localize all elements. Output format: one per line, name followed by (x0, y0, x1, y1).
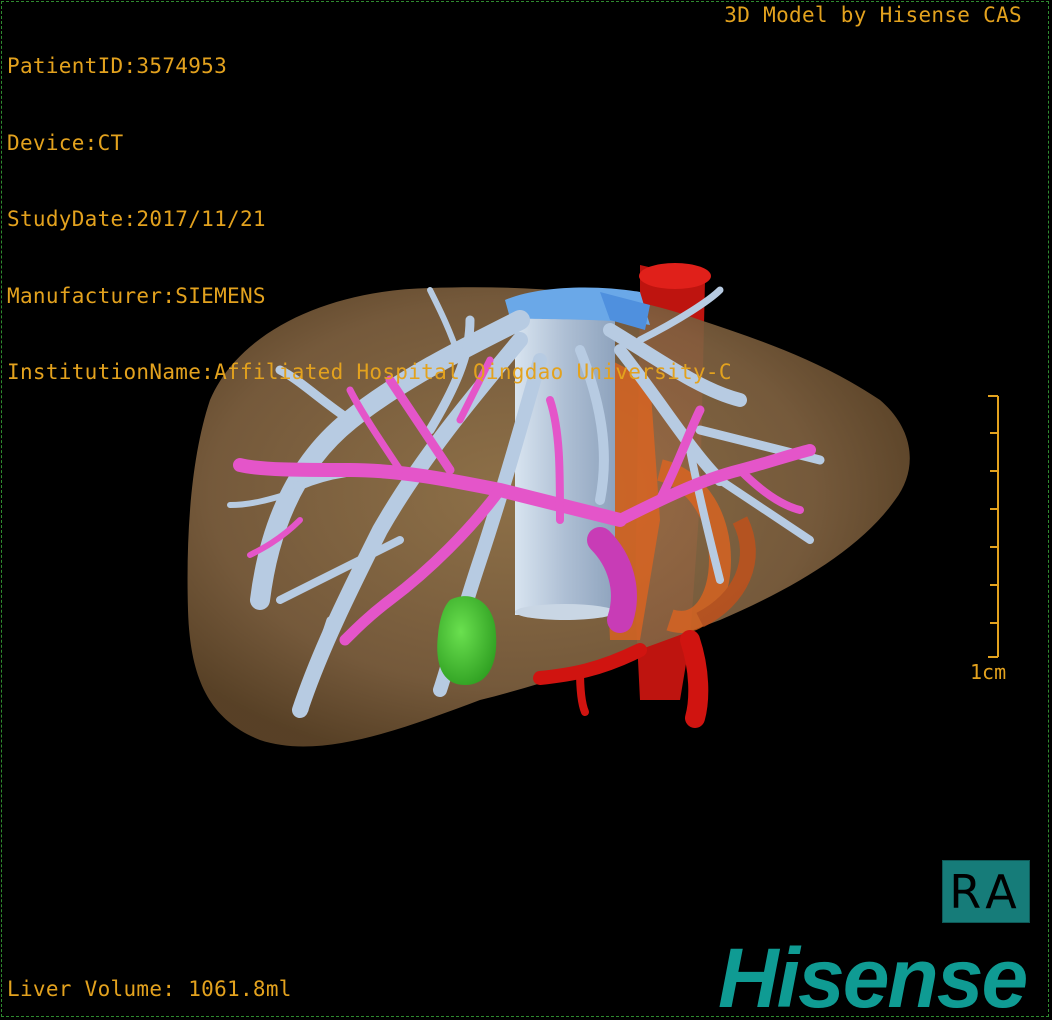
model-credit: 3D Model by Hisense CAS (724, 3, 1022, 27)
study-date: StudyDate:2017/11/21 (7, 207, 266, 231)
orientation-indicator[interactable]: RA (942, 860, 1030, 923)
institution-name: InstitutionName:Affiliated Hospital Qing… (7, 360, 732, 384)
scale-bar (988, 395, 999, 658)
patient-id: PatientID:3574953 (7, 54, 228, 78)
manufacturer: Manufacturer:SIEMENS (7, 283, 266, 308)
patient-info-overlay: PatientID:3574953 Device:CT StudyDate:20… (7, 3, 732, 437)
device: Device:CT (7, 130, 124, 155)
liver-volume: Liver Volume: 1061.8ml (7, 977, 292, 1001)
orientation-label: RA (949, 864, 1023, 919)
hisense-logo: Hisense (718, 931, 1028, 1020)
scale-bar-label: 1cm (970, 660, 1007, 684)
3d-viewport[interactable]: PatientID:3574953 Device:CT StudyDate:20… (0, 0, 1052, 1020)
gallbladder (437, 596, 497, 685)
